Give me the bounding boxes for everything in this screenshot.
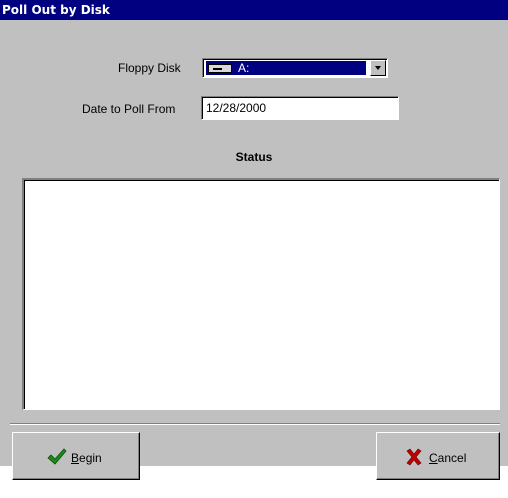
checkmark-icon [47, 448, 67, 465]
cancel-button[interactable]: Cancel [376, 432, 500, 480]
date-to-poll-from-label: Date to Poll From [82, 102, 176, 116]
floppy-disk-value: A: [238, 61, 250, 75]
begin-button-label: Begin [71, 451, 102, 465]
status-heading: Status [235, 150, 273, 164]
title-bar[interactable]: Poll Out by Disk [0, 0, 508, 20]
cancel-button-label: Cancel [429, 451, 467, 465]
floppy-disk-selected-item: A: [206, 61, 366, 75]
button-separator [10, 423, 500, 425]
date-to-poll-from-input[interactable]: 12/28/2000 [201, 96, 399, 120]
x-icon [406, 448, 422, 466]
floppy-disk-dropdown-button[interactable] [370, 60, 386, 76]
chevron-down-icon [375, 66, 381, 70]
floppy-disk-select[interactable]: A: [202, 58, 388, 78]
poll-out-by-disk-dialog: Poll Out by Disk Floppy Disk A: Date to … [0, 0, 508, 480]
window-title: Poll Out by Disk [2, 3, 110, 17]
floppy-disk-label: Floppy Disk [118, 61, 181, 75]
begin-button[interactable]: Begin [12, 432, 140, 480]
floppy-drive-icon [208, 64, 232, 73]
status-text-area[interactable] [22, 178, 500, 410]
